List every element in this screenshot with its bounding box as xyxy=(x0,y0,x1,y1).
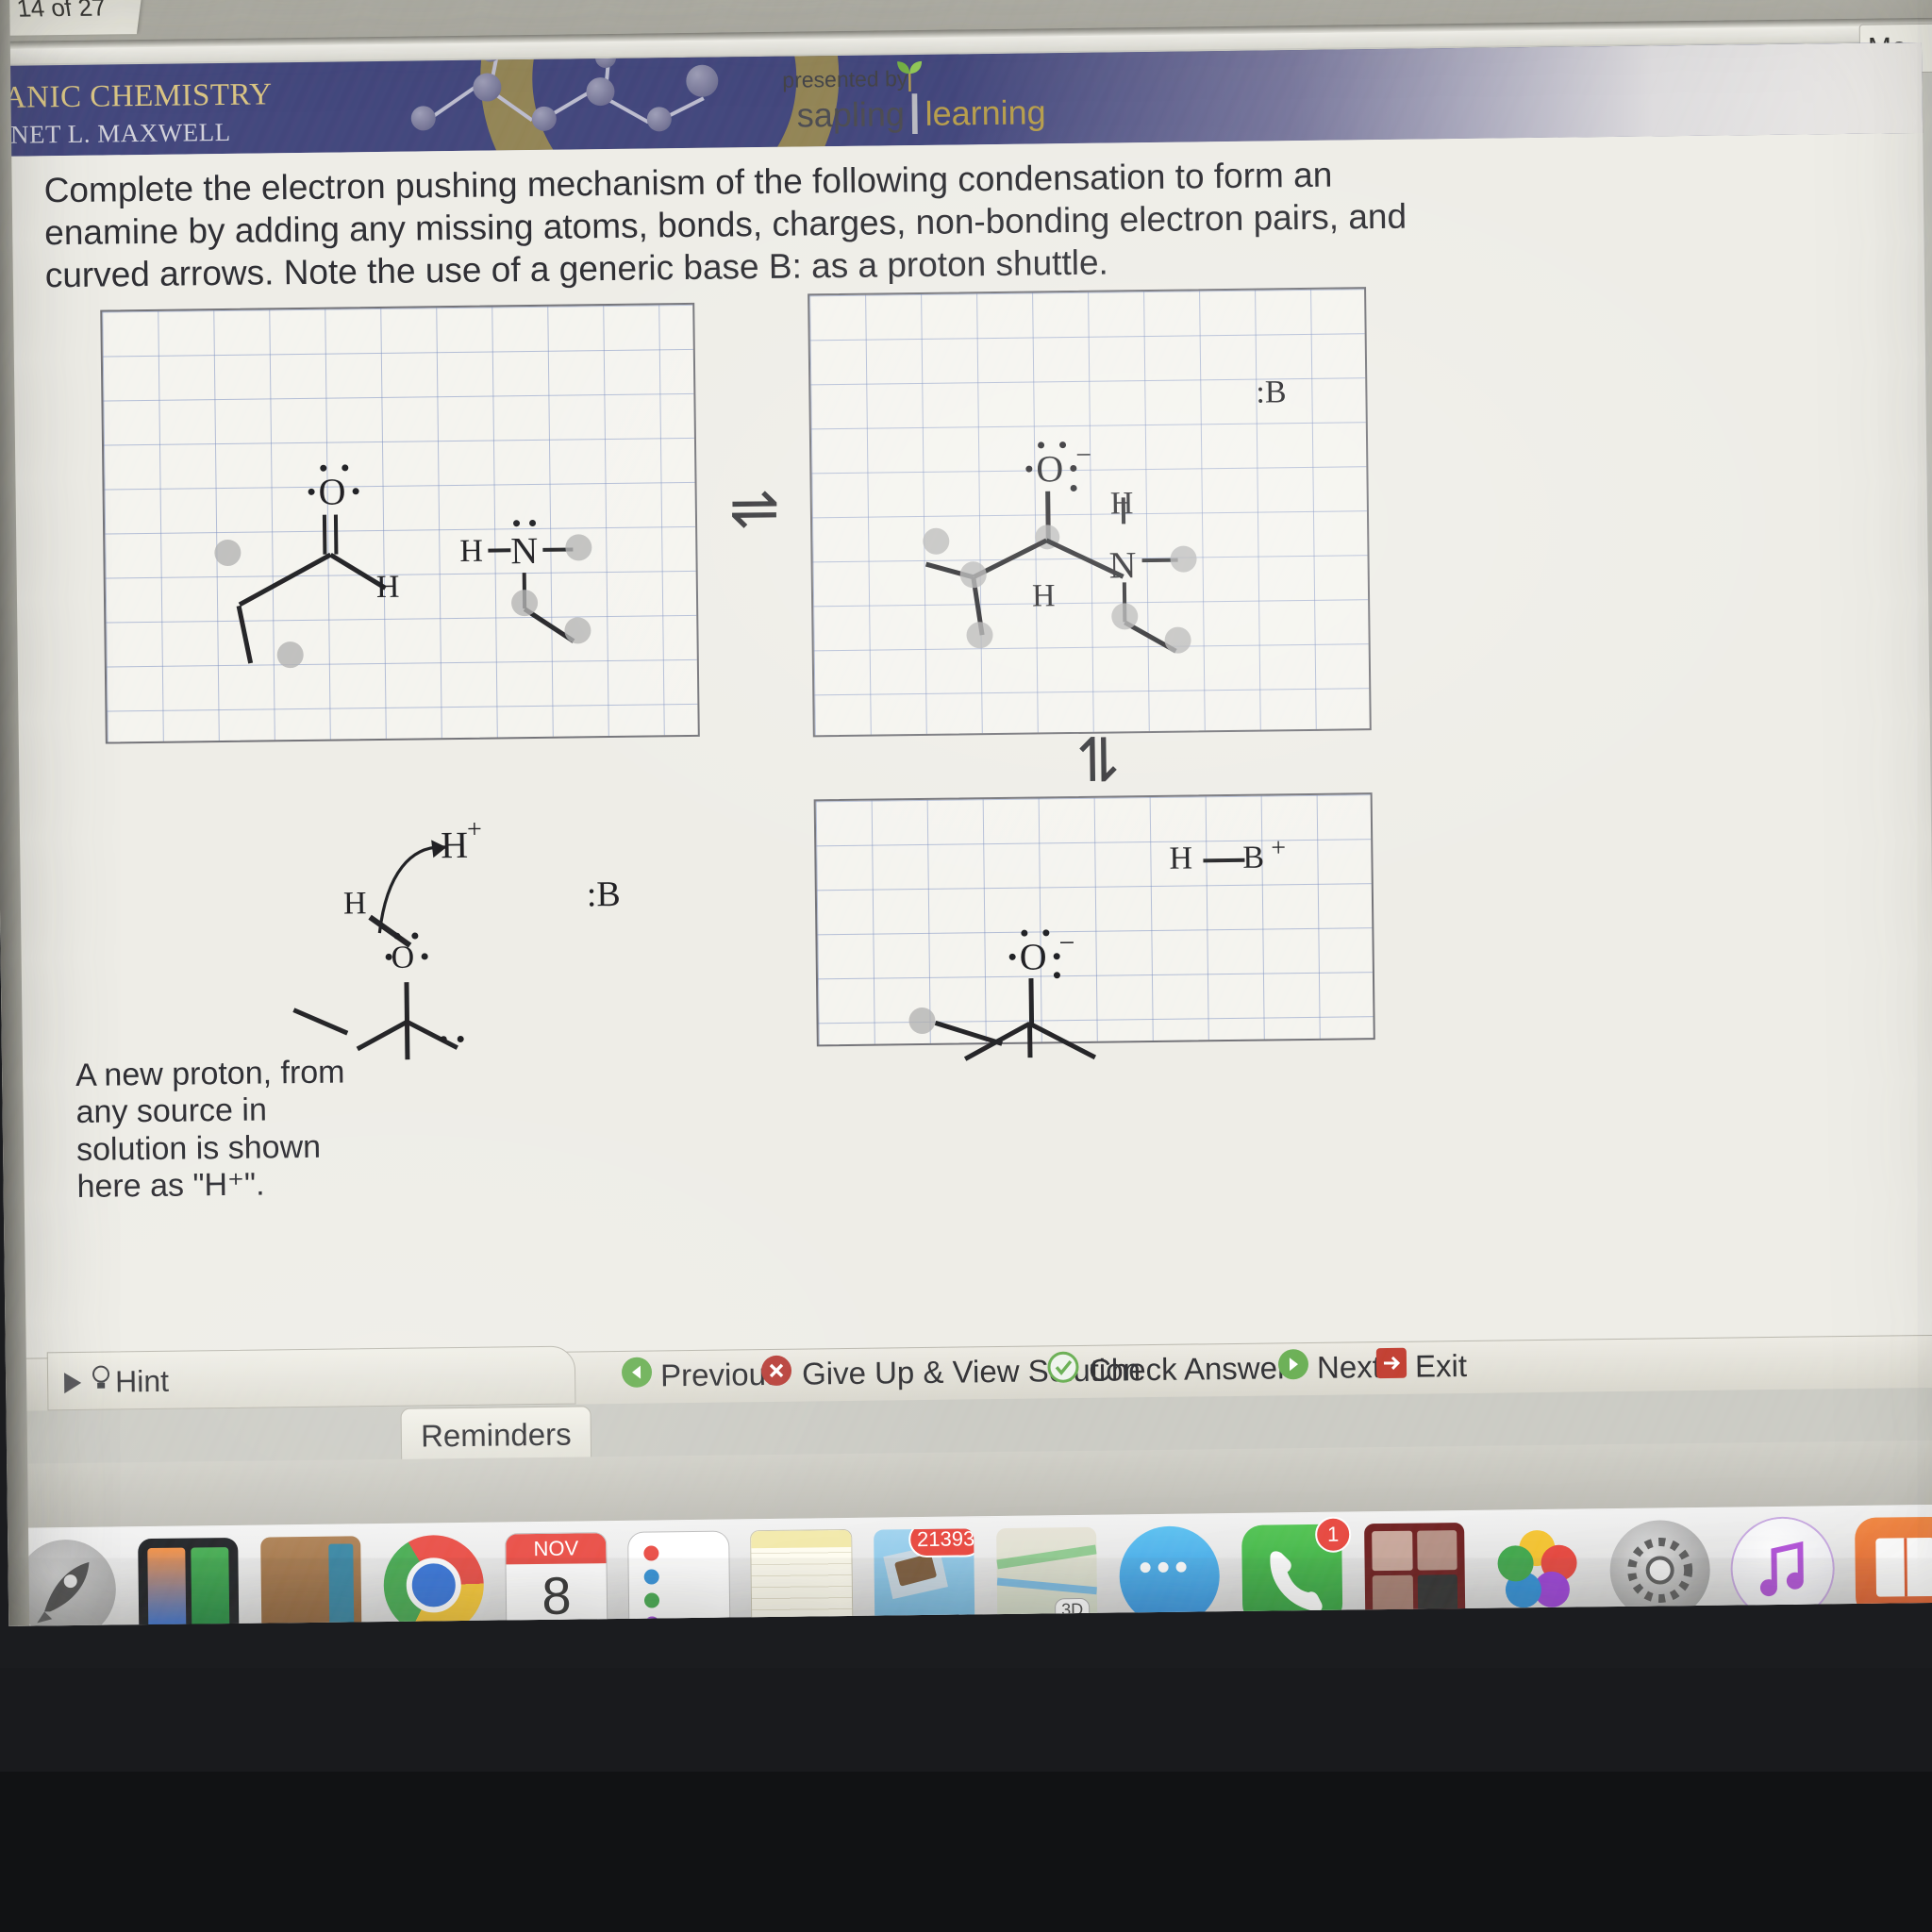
reactant-atom-marker xyxy=(565,534,592,561)
brand-learning: learning xyxy=(924,92,1046,133)
maps-3d-tag: 3D xyxy=(1054,1597,1091,1622)
product-oxygen-label: O xyxy=(1019,935,1047,978)
exit-icon[interactable] xyxy=(1375,1347,1407,1379)
intermediate-oxygen-label: O xyxy=(1036,447,1064,491)
reactant-oxygen-label: O xyxy=(318,470,346,513)
annotation-hydroxyl-h: H xyxy=(342,886,367,922)
intermediate-base-label: :B xyxy=(1256,375,1287,410)
curved-arrow-icon xyxy=(377,840,447,934)
annotation-line-2: any source in xyxy=(75,1091,268,1131)
annotation-base-label: :B xyxy=(586,874,622,915)
calendar-icon[interactable]: NOV 8 xyxy=(506,1532,608,1626)
reactant-nitrogen-label: N xyxy=(510,528,539,573)
product-oxygen-charge: − xyxy=(1058,927,1075,959)
annotation-proton-charge: + xyxy=(466,814,482,844)
annotation-line-1: A new proton, from xyxy=(75,1054,345,1093)
brand-sapling: sapling xyxy=(796,94,906,135)
reminders-icon[interactable] xyxy=(628,1531,730,1626)
google-chrome-icon[interactable] xyxy=(383,1534,485,1626)
annotation-line-3: solution is shown xyxy=(75,1128,322,1168)
messages-icon[interactable] xyxy=(1119,1524,1221,1626)
reactant-drawing-canvas[interactable] xyxy=(100,302,700,744)
itunes-icon[interactable] xyxy=(1732,1517,1834,1620)
intermediate-drawing-canvas[interactable] xyxy=(808,287,1372,738)
horizontal-equilibrium-arrow: ⇌ xyxy=(728,473,780,544)
product-atom-marker xyxy=(908,1007,936,1035)
product-conj-acid-charge: + xyxy=(1271,833,1287,863)
reactant-atom-marker xyxy=(510,589,539,617)
previous-icon[interactable] xyxy=(621,1357,653,1389)
course-title: GANIC CHEMISTRY xyxy=(0,77,273,116)
hint-label: Hint xyxy=(114,1363,170,1399)
intermediate-h-lower: H xyxy=(1031,578,1056,614)
notes-icon[interactable] xyxy=(751,1529,853,1626)
annotation-hydroxyl-o: O xyxy=(391,940,415,975)
photos-icon[interactable] xyxy=(1487,1521,1588,1622)
intermediate-atom-marker xyxy=(966,622,993,649)
banner-fade xyxy=(951,42,1924,145)
facetime-badge: 1 xyxy=(1314,1515,1352,1553)
contacts-icon[interactable] xyxy=(260,1535,362,1626)
reactant-atom-marker xyxy=(214,539,242,567)
launchpad-icon[interactable] xyxy=(15,1538,117,1626)
calendar-month-label: NOV xyxy=(506,1532,607,1564)
mail-icon[interactable]: 21393 xyxy=(874,1527,975,1626)
next-button[interactable]: Next xyxy=(1317,1349,1381,1386)
proton-annotation: A new proton, from any source in solutio… xyxy=(75,1054,370,1207)
reactant-amine-h: H xyxy=(459,533,484,569)
browser-tab-label: n 14 of 27 xyxy=(0,0,108,23)
reminders-tab[interactable]: Reminders xyxy=(400,1406,592,1463)
hint-expand-triangle-icon[interactable] xyxy=(64,1372,82,1394)
intermediate-nitrogen-label: N xyxy=(1108,543,1137,587)
mail-unread-badge: 21393 xyxy=(908,1527,975,1557)
exit-button[interactable]: Exit xyxy=(1415,1348,1467,1385)
question-prompt: Complete the electron pushing mechanism … xyxy=(43,155,1407,295)
system-preferences-icon[interactable] xyxy=(1609,1519,1711,1621)
calendar-day-label: 8 xyxy=(541,1565,572,1625)
photo-booth-icon[interactable] xyxy=(1364,1522,1466,1624)
presented-by-label: presented by xyxy=(782,66,908,92)
intermediate-atom-marker xyxy=(1170,545,1197,573)
lightbulb-icon xyxy=(92,1365,110,1389)
intermediate-atom-marker xyxy=(959,561,987,589)
vertical-equilibrium-arrow: ⇌ xyxy=(1063,733,1135,785)
sapling-learning-logo: sapling┃learning xyxy=(796,92,1046,135)
facetime-icon[interactable]: 1 xyxy=(1241,1515,1352,1625)
photo-dark-background xyxy=(0,1772,1932,1932)
intermediate-atom-marker xyxy=(923,527,950,555)
annotation-line-4: here as "H⁺". xyxy=(76,1166,265,1206)
product-conj-acid-b: B xyxy=(1242,840,1265,875)
intermediate-atom-marker xyxy=(1111,603,1139,630)
reactant-atom-marker xyxy=(564,617,591,644)
product-conj-acid-h: H xyxy=(1169,841,1193,876)
product-drawing-canvas[interactable] xyxy=(813,792,1375,1047)
check-answer-button[interactable]: Check Answer xyxy=(1089,1350,1288,1389)
give-up-icon[interactable] xyxy=(760,1355,792,1387)
photographed-screen: n 14 of 27 Ma xyxy=(0,0,1932,1932)
reactant-aldehyde-h: H xyxy=(375,569,400,606)
laptop-bottom-bezel xyxy=(0,1668,1932,1772)
ibooks-icon[interactable] xyxy=(1855,1516,1932,1618)
laptop-screen: n 14 of 27 Ma xyxy=(0,0,1932,1626)
intermediate-atom-marker xyxy=(1164,626,1191,654)
course-author: JANET L. MAXWELL xyxy=(0,117,231,150)
mission-control-icon[interactable] xyxy=(138,1537,240,1626)
intermediate-oxygen-charge: − xyxy=(1074,439,1092,471)
maps-icon[interactable]: 3D xyxy=(996,1526,1098,1626)
